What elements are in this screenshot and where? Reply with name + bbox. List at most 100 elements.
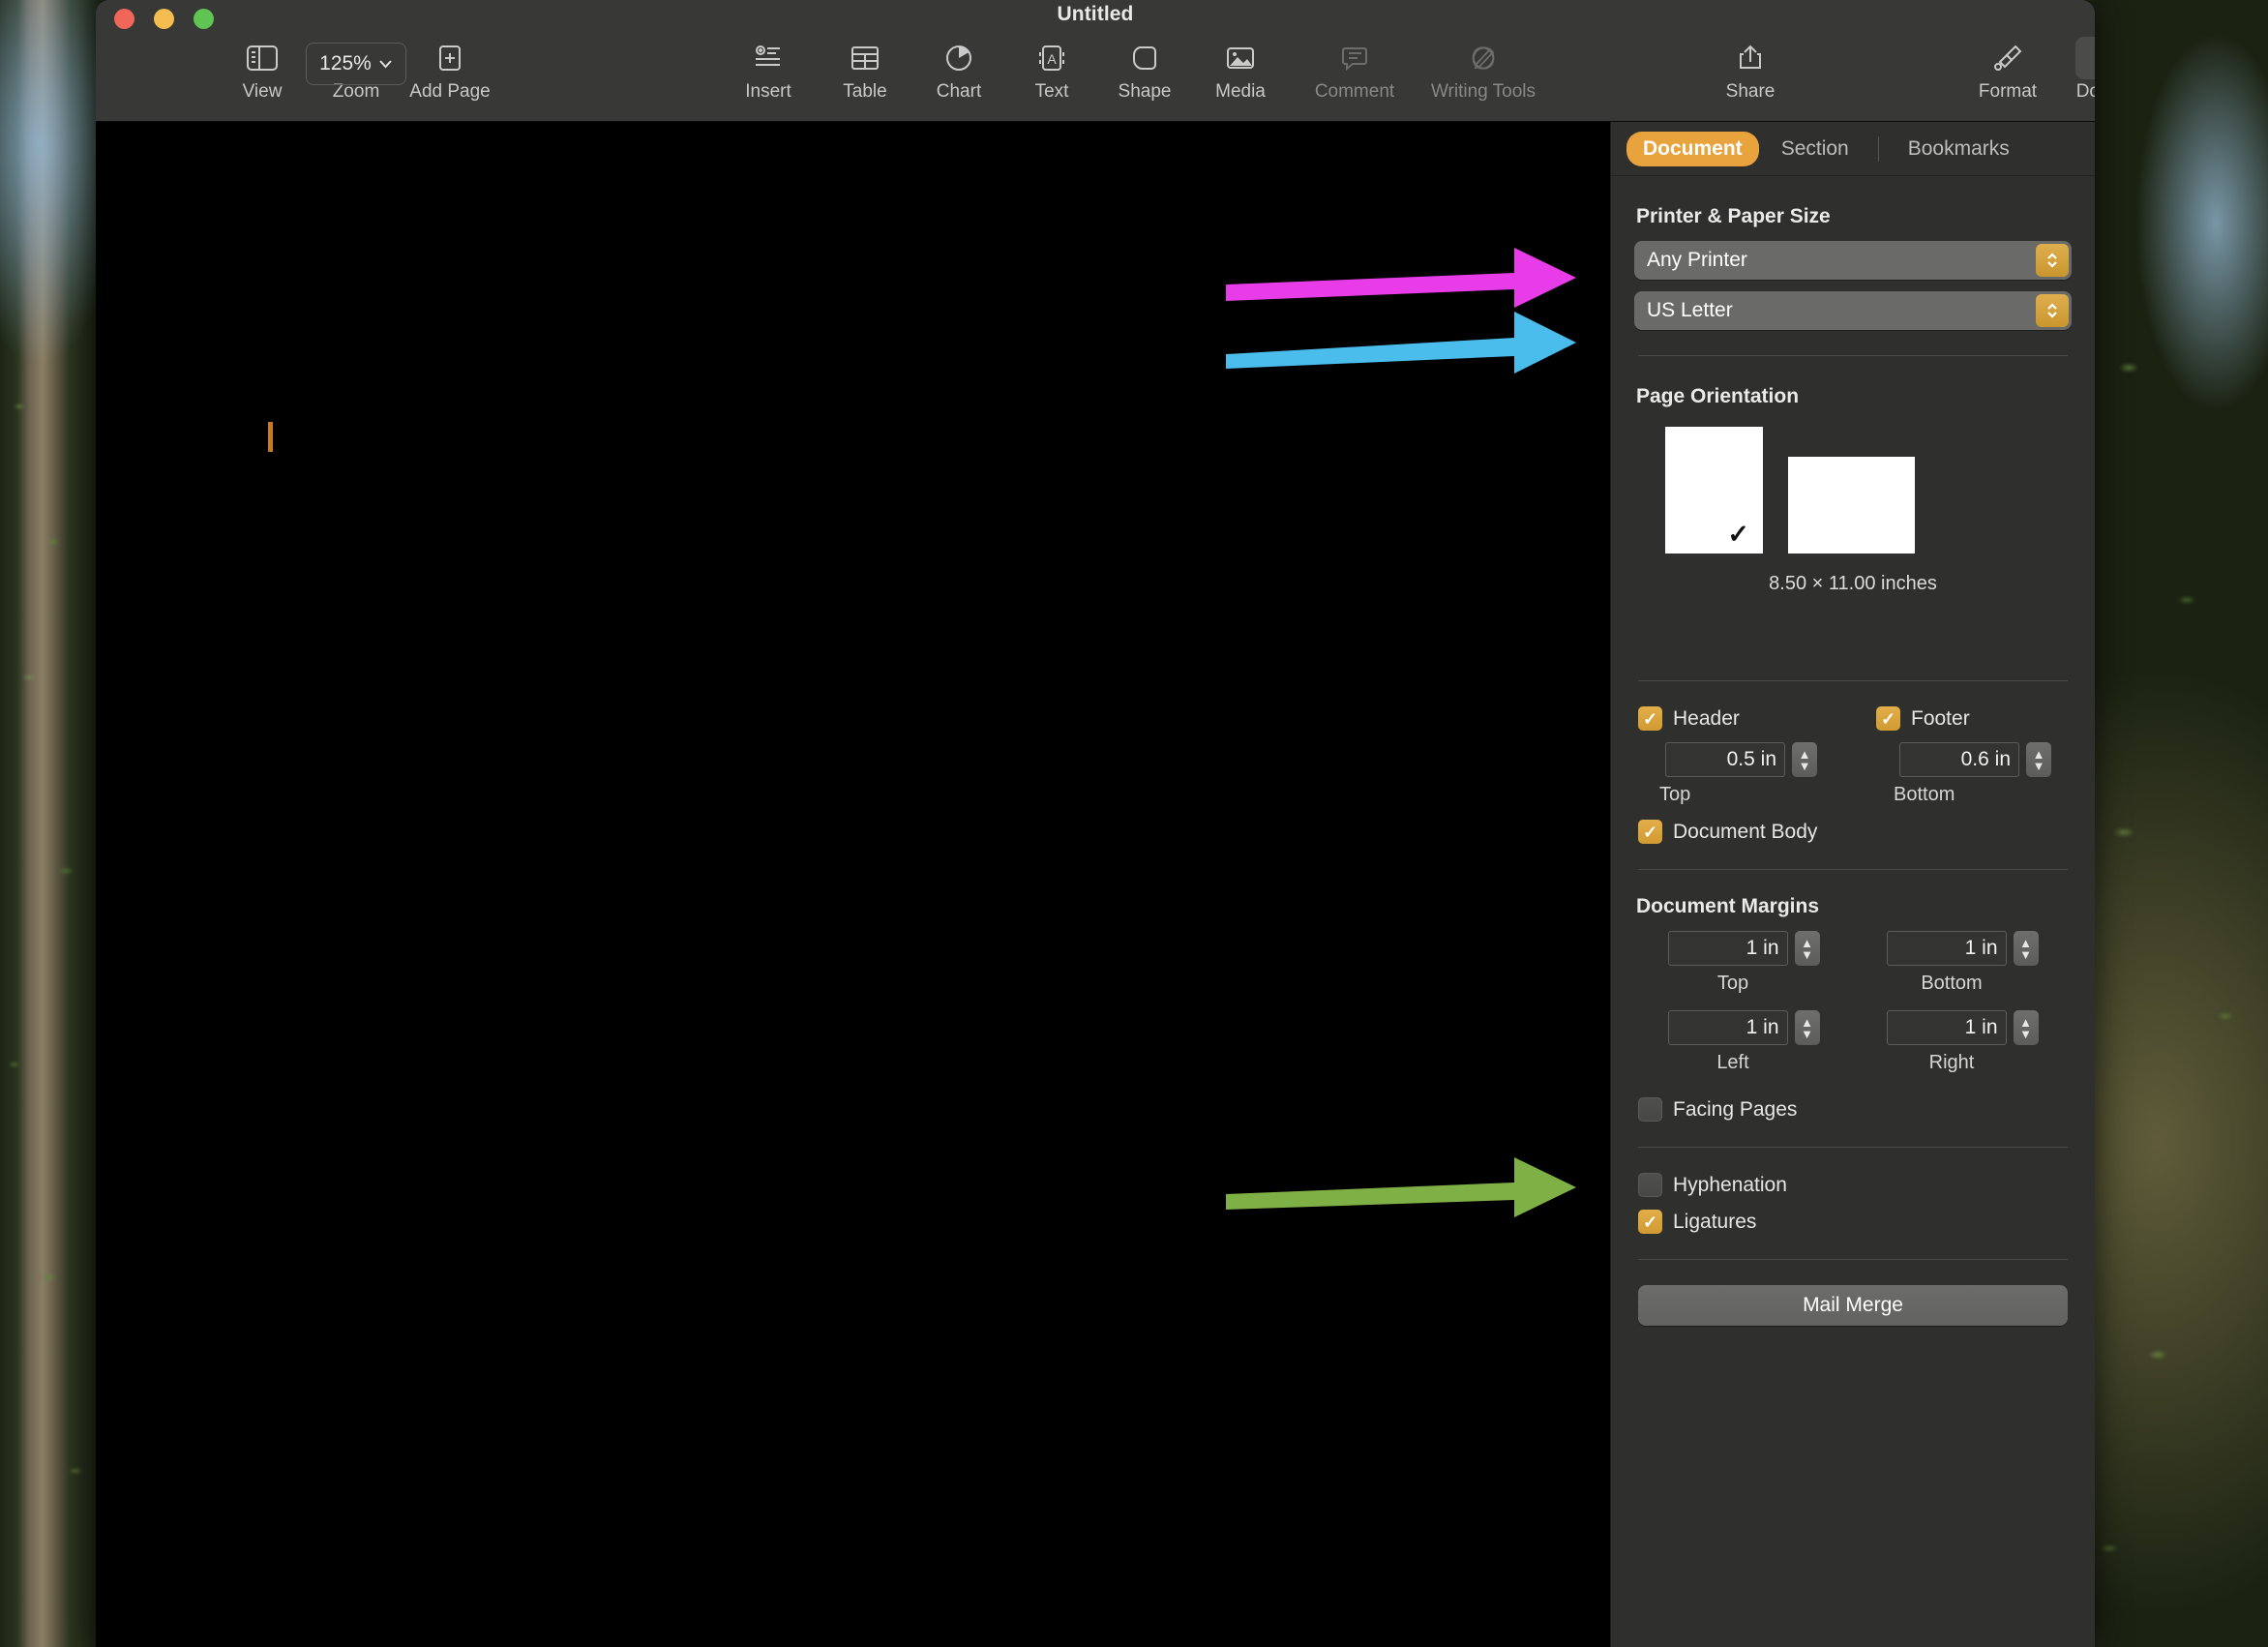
text-cursor-caret <box>268 422 273 452</box>
margin-left-input[interactable]: 1 in <box>1667 1010 1788 1045</box>
chevron-up-down-icon <box>2047 303 2057 318</box>
header-top-input[interactable]: 0.5 in <box>1665 742 1785 777</box>
stepper-up-icon[interactable]: ▲ <box>1801 937 1813 949</box>
stepper-down-icon[interactable]: ▼ <box>1799 760 1811 772</box>
document-body-label: Document Body <box>1673 820 1818 843</box>
toolbar-label-media: Media <box>1215 81 1266 102</box>
inspector-content: Printer & Paper Size Any Printer US Lett… <box>1611 176 2095 1647</box>
pages-app-window: Untitled View Zoom Add Page Insert Table… <box>96 0 2095 1647</box>
paper-size-dropdown[interactable]: US Letter <box>1634 291 2072 330</box>
stepper-down-icon[interactable]: ▼ <box>1801 948 1813 961</box>
ligatures-checkbox-row[interactable]: ✓ Ligatures <box>1638 1210 2072 1234</box>
tab-bookmarks[interactable]: Bookmarks <box>1892 132 2026 166</box>
toolbar-button-shape[interactable]: Shape <box>1091 37 1198 103</box>
hyphenation-checkbox[interactable] <box>1638 1173 1662 1197</box>
document-canvas[interactable] <box>96 122 1610 1647</box>
checkmark-icon: ✓ <box>1727 520 1749 549</box>
toolbar-button-insert[interactable]: Insert <box>715 37 821 103</box>
toolbar-label-document: Document <box>2075 81 2095 102</box>
document-body-checkbox[interactable]: ✓ <box>1638 820 1662 844</box>
page-orientation-options: ✓ <box>1634 421 2072 554</box>
header-checkbox[interactable]: ✓ <box>1638 706 1662 731</box>
stepper-down-icon[interactable]: ▼ <box>2019 948 2032 961</box>
orientation-landscape-option[interactable] <box>1788 457 1915 554</box>
printer-paper-heading: Printer & Paper Size <box>1636 205 1831 227</box>
toolbar-button-document[interactable]: Document <box>2065 37 2095 103</box>
toolbar-button-add-page[interactable]: Add Page <box>397 37 503 103</box>
tab-document[interactable]: Document <box>1626 131 1759 166</box>
toolbar-button-media[interactable]: Media <box>1187 37 1294 103</box>
margin-right-stepper[interactable]: ▲ ▼ <box>2013 1010 2039 1045</box>
stepper-down-icon[interactable]: ▼ <box>2033 760 2045 772</box>
footer-bottom-input[interactable]: 0.6 in <box>1899 742 2019 777</box>
margin-top-stepper[interactable]: ▲ ▼ <box>1794 931 1820 966</box>
stepper-up-icon[interactable]: ▲ <box>1799 748 1811 761</box>
window-title: Untitled <box>1057 3 1134 25</box>
footer-checkbox-row[interactable]: ✓ Footer <box>1876 706 1970 731</box>
facing-pages-label: Facing Pages <box>1673 1097 1798 1121</box>
margin-top-caption: Top <box>1716 973 1749 994</box>
toolbar-button-chart[interactable]: Chart <box>906 37 1012 103</box>
document-inspector-panel: Document Section Bookmarks Printer & Pap… <box>1610 122 2095 1647</box>
stepper-up-icon[interactable]: ▲ <box>2033 748 2045 761</box>
document-body-checkbox-row[interactable]: ✓ Document Body <box>1638 820 2072 844</box>
share-icon <box>1738 37 1763 79</box>
table-icon <box>850 37 880 79</box>
format-brush-icon <box>1992 37 2023 79</box>
mail-merge-button[interactable]: Mail Merge <box>1638 1285 2068 1326</box>
footer-checkbox[interactable]: ✓ <box>1876 706 1900 731</box>
facing-pages-checkbox[interactable] <box>1638 1097 1662 1122</box>
margin-right-caption: Right <box>1928 1052 1975 1073</box>
header-top-caption: Top <box>1659 784 1691 805</box>
toolbar-button-view[interactable]: View <box>209 37 315 103</box>
header-top-stepper-row: 0.5 in ▲ ▼ <box>1665 742 1817 777</box>
header-top-stepper[interactable]: ▲ ▼ <box>1792 742 1817 777</box>
margin-right-field: 1 in ▲ ▼ Right <box>1853 1010 2072 1074</box>
zoom-level-value: 125% <box>319 52 372 75</box>
toolbar-button-share[interactable]: Share <box>1697 37 1804 103</box>
stepper-up-icon[interactable]: ▲ <box>2019 1016 2032 1029</box>
inspector-tab-bar: Document Section Bookmarks <box>1611 122 2095 176</box>
paper-size-dropdown-chevrons[interactable] <box>2036 294 2069 327</box>
chevron-up-down-icon <box>2047 253 2057 268</box>
toolbar-label-format: Format <box>1978 81 2038 102</box>
toolbar-button-format[interactable]: Format <box>1955 37 2061 103</box>
facing-pages-checkbox-row[interactable]: Facing Pages <box>1638 1097 2072 1122</box>
margin-bottom-stepper[interactable]: ▲ ▼ <box>2013 931 2039 966</box>
header-label: Header <box>1673 706 1740 730</box>
printer-dropdown-chevrons[interactable] <box>2036 244 2069 277</box>
media-image-icon <box>1225 37 1256 79</box>
orientation-portrait-option[interactable]: ✓ <box>1665 427 1763 554</box>
sidebar-icon <box>246 37 279 79</box>
stepper-down-icon[interactable]: ▼ <box>2019 1028 2032 1040</box>
toolbar-button-table[interactable]: Table <box>812 37 918 103</box>
stepper-up-icon[interactable]: ▲ <box>2019 937 2032 949</box>
margin-bottom-input[interactable]: 1 in <box>1886 931 2007 966</box>
toolbar-label-shape: Shape <box>1118 81 1172 102</box>
zoom-level-dropdown[interactable]: 125% <box>306 43 406 85</box>
margin-left-stepper[interactable]: ▲ ▼ <box>1794 1010 1820 1045</box>
printer-value: Any Printer <box>1647 249 1747 271</box>
divider <box>1638 680 2068 681</box>
toolbar-label-view: View <box>242 81 283 102</box>
toolbar-button-text[interactable]: A Text <box>999 37 1105 103</box>
document-icon <box>2075 37 2095 79</box>
header-checkbox-row[interactable]: ✓ Header <box>1638 706 1740 731</box>
toolbar-button-writing-tools: Writing Tools <box>1430 37 1537 103</box>
margin-right-input[interactable]: 1 in <box>1886 1010 2007 1045</box>
footer-label: Footer <box>1911 706 1970 730</box>
footer-bottom-stepper[interactable]: ▲ ▼ <box>2026 742 2051 777</box>
stepper-down-icon[interactable]: ▼ <box>1801 1028 1813 1040</box>
tab-section[interactable]: Section <box>1765 132 1865 166</box>
stepper-up-icon[interactable]: ▲ <box>1801 1016 1813 1029</box>
tab-separator <box>1877 135 1879 162</box>
footer-bottom-stepper-row: 0.6 in ▲ ▼ <box>1899 742 2051 777</box>
add-page-icon <box>436 37 463 79</box>
hyphenation-checkbox-row[interactable]: Hyphenation <box>1638 1173 2072 1197</box>
margin-top-input[interactable]: 1 in <box>1667 931 1788 966</box>
writing-tools-icon <box>1468 37 1499 79</box>
margin-left-caption: Left <box>1716 1052 1749 1073</box>
printer-dropdown[interactable]: Any Printer <box>1634 241 2072 280</box>
ligatures-checkbox[interactable]: ✓ <box>1638 1210 1662 1234</box>
ligatures-label: Ligatures <box>1673 1210 1757 1233</box>
